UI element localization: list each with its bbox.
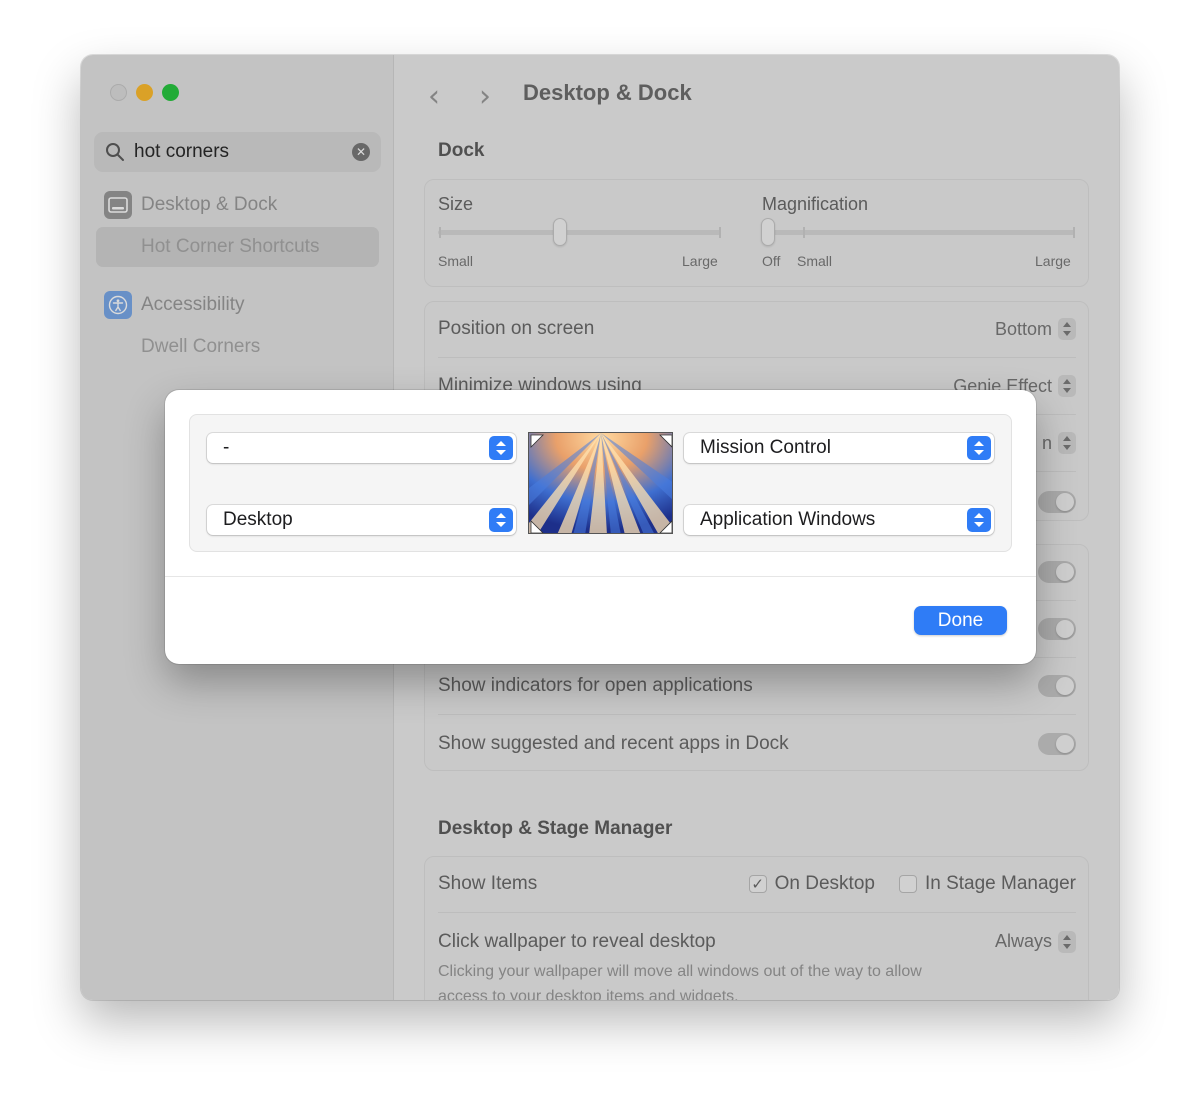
stepper-icon (967, 508, 991, 532)
bottom-right-corner-select[interactable]: Application Windows (684, 505, 994, 535)
top-right-corner-value: Mission Control (700, 437, 831, 458)
wallpaper-image (529, 433, 672, 533)
bottom-left-corner-value: Desktop (223, 509, 293, 530)
top-left-corner-value: - (223, 437, 230, 458)
screen-preview (528, 432, 673, 534)
hot-corners-sheet: - Desktop Mission Control Application Wi… (165, 390, 1036, 664)
bottom-left-corner-select[interactable]: Desktop (207, 505, 516, 535)
stepper-icon (489, 436, 513, 460)
done-button[interactable]: Done (914, 606, 1007, 635)
top-right-corner-select[interactable]: Mission Control (684, 433, 994, 463)
top-left-corner-select[interactable]: - (207, 433, 516, 463)
stepper-icon (489, 508, 513, 532)
sheet-divider (165, 576, 1036, 577)
stepper-icon (967, 436, 991, 460)
bottom-right-corner-value: Application Windows (700, 509, 876, 530)
